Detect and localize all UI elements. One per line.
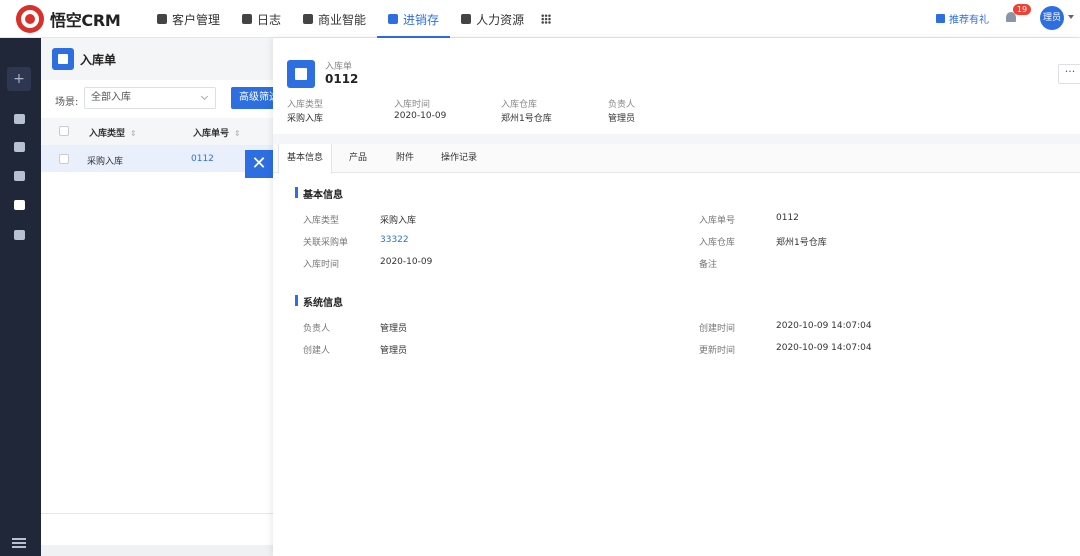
top-navigation-bar: 悟空CRM 客户管理 日志 商业智能 进销存 人力资源 推荐有礼 19 理员	[0, 0, 1080, 38]
detail-title: 0112	[325, 72, 359, 86]
page-title: 入库单	[80, 53, 117, 67]
field-label: 备注	[699, 260, 718, 270]
nav-label: 商业智能	[318, 12, 367, 27]
field-label: 创建时间	[699, 324, 736, 334]
field-label: 入库时间	[303, 260, 340, 270]
field-label: 入库仓库	[699, 238, 736, 248]
main-nav: 客户管理 日志 商业智能 进销存 人力资源	[146, 0, 552, 38]
list-divider	[41, 513, 273, 514]
column-header-type[interactable]: 入库类型 ⇕	[89, 126, 137, 139]
left-sidebar: +	[0, 38, 41, 556]
column-label: 入库类型	[89, 129, 126, 139]
document-icon	[242, 14, 253, 24]
app-grid-icon[interactable]	[541, 14, 552, 24]
nav-human-resources[interactable]: 人力资源	[450, 0, 535, 38]
close-icon: ✕	[251, 153, 267, 174]
logo-text: 悟空CRM	[50, 11, 121, 30]
nav-label: 日志	[257, 12, 282, 27]
column-header-number[interactable]: 入库单号 ⇕	[193, 126, 241, 139]
summary-value: 采购入库	[287, 114, 324, 124]
section-title-system: 系统信息	[295, 294, 343, 309]
nav-inventory[interactable]: 进销存	[377, 0, 451, 38]
field-label: 创建人	[303, 346, 331, 356]
field-label: 更新时间	[699, 346, 736, 356]
shield-icon	[303, 14, 314, 24]
summary-value: 2020-10-09	[394, 111, 447, 121]
section-title-basic: 基本信息	[295, 186, 343, 201]
detail-type-label: 入库单	[325, 62, 353, 72]
cell-type: 采购入库	[87, 157, 124, 167]
gift-label: 推荐有礼	[949, 15, 989, 26]
gift-icon	[936, 14, 945, 23]
tab-attachments[interactable]: 附件	[385, 144, 425, 173]
quick-add-button[interactable]: +	[7, 67, 31, 91]
chevron-down-icon[interactable]	[1068, 15, 1074, 19]
field-value: 郑州1号仓库	[776, 238, 827, 248]
monkey-logo-icon	[16, 5, 44, 33]
field-label: 负责人	[303, 324, 331, 334]
nav-business-intelligence[interactable]: 商业智能	[292, 0, 377, 38]
scene-label: 场景:	[55, 97, 79, 108]
more-actions-button[interactable]: ···	[1058, 64, 1080, 84]
sort-icon[interactable]: ⇕	[130, 129, 137, 138]
app-logo[interactable]: 悟空CRM	[16, 5, 121, 33]
nav-customer-management[interactable]: 客户管理	[146, 0, 231, 38]
nav-log[interactable]: 日志	[231, 0, 292, 38]
column-label: 入库单号	[193, 129, 230, 139]
field-value: 2020-10-09	[380, 257, 433, 267]
tab-basic-info[interactable]: 基本信息	[278, 144, 332, 174]
cell-number-link[interactable]: 0112	[191, 154, 214, 164]
avatar[interactable]: 理员	[1040, 6, 1064, 30]
inbound-order-icon	[52, 48, 74, 70]
summary-value: 郑州1号仓库	[501, 114, 552, 124]
inbound-detail-panel: 入库单 0112 ··· 入库类型 采购入库 入库时间 2020-10-09 入…	[273, 38, 1080, 556]
field-value: 0112	[776, 213, 799, 223]
horizontal-scrollbar[interactable]	[41, 545, 273, 556]
list-header: 入库单	[41, 38, 273, 80]
summary-label: 入库仓库	[501, 100, 538, 110]
cart-icon[interactable]	[14, 114, 25, 124]
table-header: 入库类型 ⇕ 入库单号 ⇕	[41, 118, 273, 146]
field-label: 关联采购单	[303, 238, 349, 248]
field-value: 采购入库	[380, 216, 417, 226]
summary-label: 入库类型	[287, 100, 324, 110]
building-icon	[157, 14, 167, 24]
summary-label: 负责人	[608, 100, 636, 110]
field-value: 管理员	[380, 324, 408, 334]
field-value: 2020-10-09 14:07:04	[776, 343, 872, 353]
row-checkbox[interactable]	[59, 154, 69, 164]
inbound-order-icon	[287, 60, 315, 88]
notification-badge: 19	[1013, 4, 1031, 15]
scene-select[interactable]: 全部入库	[84, 87, 216, 109]
inbound-list-panel: 入库单 场景: 全部入库 高级筛选 入库类型 ⇕ 入库单号 ⇕ 采购入库 0112	[41, 38, 273, 556]
advanced-filter-button[interactable]: 高级筛选	[231, 87, 273, 109]
advanced-filter-label: 高级筛选	[239, 92, 273, 103]
field-value: 管理员	[380, 346, 408, 356]
nav-label: 客户管理	[172, 12, 221, 27]
collapse-menu-icon[interactable]	[12, 538, 26, 548]
warehouse-out-icon[interactable]	[14, 230, 25, 240]
field-label: 入库类型	[303, 216, 340, 226]
nav-label: 进销存	[403, 12, 440, 27]
purchase-order-link[interactable]: 33322	[380, 235, 409, 245]
tag-icon[interactable]	[14, 171, 25, 181]
table-row[interactable]: 采购入库 0112	[41, 146, 273, 172]
summary-label: 入库时间	[394, 100, 431, 110]
close-detail-button[interactable]: ✕	[245, 150, 273, 178]
recommend-gift-link[interactable]: 推荐有礼	[936, 11, 989, 26]
section-separator	[273, 134, 1080, 144]
sort-icon[interactable]: ⇕	[234, 129, 241, 138]
field-value: 2020-10-09 14:07:04	[776, 321, 872, 331]
chart-icon	[388, 14, 399, 24]
tab-operation-log[interactable]: 操作记录	[433, 144, 485, 173]
field-label: 入库单号	[699, 216, 736, 226]
people-icon	[461, 14, 472, 24]
warehouse-in-icon[interactable]	[14, 200, 25, 210]
nav-label: 人力资源	[476, 12, 525, 27]
tab-products[interactable]: 产品	[338, 144, 378, 173]
summary-value: 管理员	[608, 114, 636, 124]
select-all-checkbox[interactable]	[59, 126, 69, 136]
box-icon[interactable]	[14, 142, 25, 152]
detail-tabs: 基本信息 产品 附件 操作记录	[273, 144, 1080, 174]
